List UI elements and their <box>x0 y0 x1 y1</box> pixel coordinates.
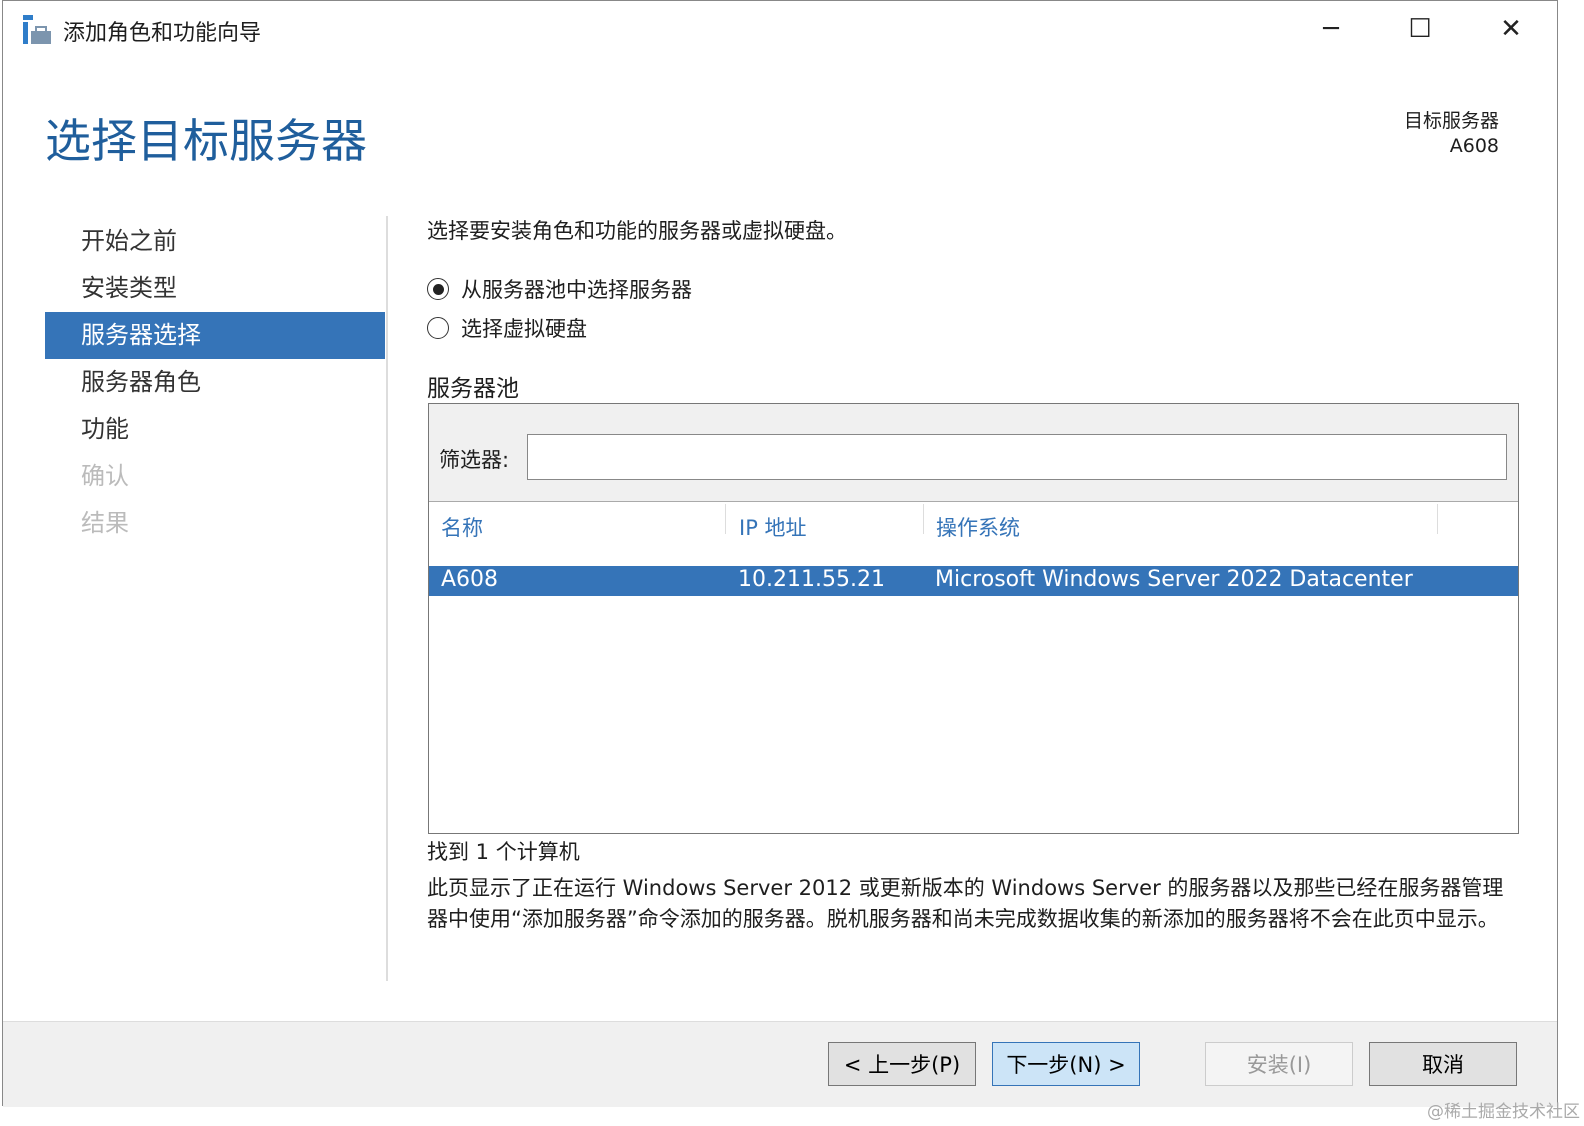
minimize-button[interactable]: ─ <box>1306 9 1356 49</box>
target-server-label: 目标服务器 <box>1403 110 1499 132</box>
server-pool-table: 筛选器: 名称 IP 地址 操作系统 A608 10.211.55.21 Mic… <box>428 403 1519 834</box>
cell-os: Microsoft Windows Server 2022 Datacenter <box>935 567 1413 592</box>
nav-server-roles[interactable]: 服务器角色 <box>45 359 385 406</box>
footer: < 上一步(P) 下一步(N) > 安装(I) 取消 <box>3 1021 1557 1107</box>
radio-vhd[interactable]: 选择虚拟硬盘 <box>427 313 587 343</box>
target-server-value: A608 <box>1449 135 1499 157</box>
table-row[interactable]: A608 10.211.55.21 Microsoft Windows Serv… <box>429 566 1518 596</box>
radio-unchecked-icon[interactable] <box>427 317 449 339</box>
cell-ip: 10.211.55.21 <box>738 567 885 592</box>
description: 选择要安装角色和功能的服务器或虚拟硬盘。 <box>427 219 847 243</box>
radio-server-pool[interactable]: 从服务器池中选择服务器 <box>427 274 692 304</box>
nav-divider <box>386 216 388 981</box>
column-header-ip[interactable]: IP 地址 <box>739 512 807 542</box>
cell-name: A608 <box>441 567 499 592</box>
nav-confirmation: 确认 <box>81 462 129 490</box>
install-button: 安装(I) <box>1205 1042 1353 1086</box>
nav-results: 结果 <box>81 509 129 537</box>
column-separator[interactable] <box>725 504 726 534</box>
nav-before-you-begin[interactable]: 开始之前 <box>45 218 385 265</box>
cancel-button[interactable]: 取消 <box>1369 1042 1517 1086</box>
found-count: 找到 1 个计算机 <box>427 840 580 864</box>
previous-button[interactable]: < 上一步(P) <box>828 1042 976 1086</box>
column-separator[interactable] <box>923 504 924 534</box>
radio-checked-icon[interactable] <box>427 278 449 300</box>
server-pool-label: 服务器池 <box>427 376 519 402</box>
column-header-name[interactable]: 名称 <box>441 512 483 542</box>
filter-input[interactable] <box>527 434 1507 480</box>
window-title: 添加角色和功能向导 <box>63 21 262 46</box>
next-button[interactable]: 下一步(N) > <box>992 1042 1140 1086</box>
target-server: 目标服务器 A608 <box>1404 109 1499 159</box>
nav-installation-type[interactable]: 安装类型 <box>45 265 385 312</box>
info-note: 此页显示了正在运行 Windows Server 2012 或更新版本的 Win… <box>427 876 1504 931</box>
page-title: 选择目标服务器 <box>45 114 367 168</box>
wizard-nav: 开始之前 安装类型 服务器选择 服务器角色 功能 确认 结果 <box>45 218 385 547</box>
filter-bar: 筛选器: <box>429 404 1518 502</box>
title-bar: 添加角色和功能向导 ─ ☐ ✕ <box>3 1 1557 61</box>
wizard-window: 添加角色和功能向导 ─ ☐ ✕ 选择目标服务器 目标服务器 A608 开始之前 … <box>2 0 1558 1107</box>
column-header-os[interactable]: 操作系统 <box>936 512 1020 542</box>
radio-vhd-label: 选择虚拟硬盘 <box>461 317 587 341</box>
close-button[interactable]: ✕ <box>1486 9 1536 49</box>
server-manager-icon <box>23 15 51 44</box>
radio-server-pool-label: 从服务器池中选择服务器 <box>461 278 692 302</box>
filter-label: 筛选器: <box>439 448 510 472</box>
column-separator[interactable] <box>1437 504 1438 534</box>
watermark: @稀土掘金技术社区 <box>1427 1102 1580 1122</box>
nav-server-selection[interactable]: 服务器选择 <box>45 312 385 359</box>
maximize-button[interactable]: ☐ <box>1395 9 1445 49</box>
nav-features[interactable]: 功能 <box>45 406 385 453</box>
